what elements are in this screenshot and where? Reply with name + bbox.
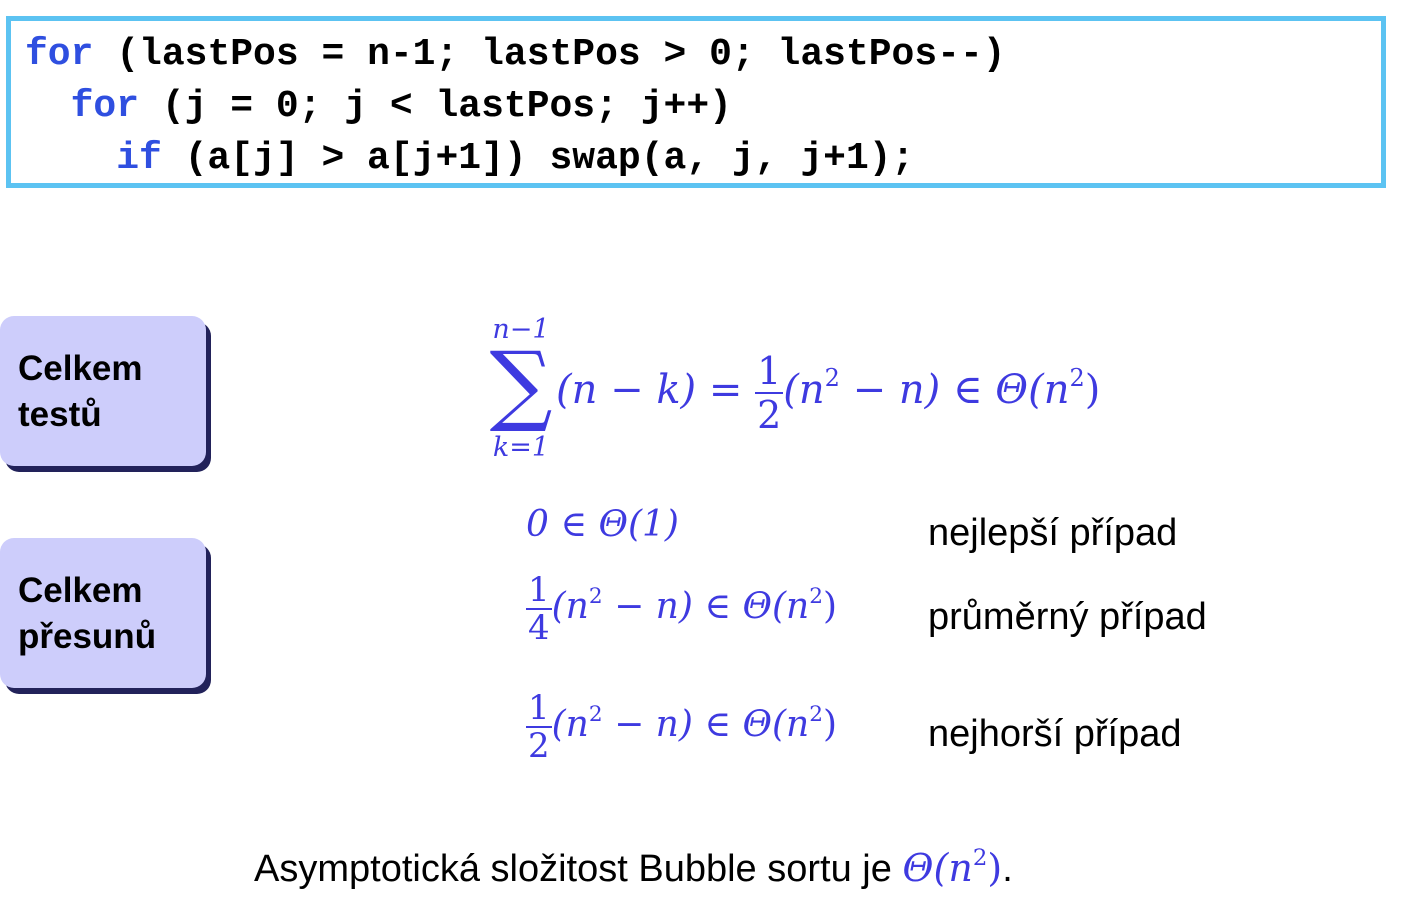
- formula-part: − n) ∈ Θ(n: [602, 704, 810, 745]
- average-case-label: průměrný případ: [928, 596, 1207, 638]
- keyword: if: [116, 137, 162, 180]
- fraction: 12: [526, 690, 552, 764]
- fraction-denominator: 2: [757, 393, 782, 437]
- label-line: Celkem: [18, 571, 143, 610]
- fraction-numerator: 1: [526, 570, 552, 610]
- exponent: 2: [809, 583, 823, 609]
- label-line: Celkem: [18, 349, 143, 388]
- math-part: ): [987, 846, 1003, 890]
- label-total-moves: Celkem přesunů: [0, 538, 206, 688]
- label-total-tests: Celkem testů: [0, 316, 206, 466]
- sum-after: (n: [783, 367, 825, 413]
- conclusion-sentence: Asymptotická složitost Bubble sortu je Θ…: [254, 846, 1013, 891]
- keyword: for: [70, 85, 140, 128]
- fraction-numerator: 1: [755, 349, 784, 394]
- sum-after: − n) ∈ Θ(n: [839, 367, 1070, 413]
- average-case-formula: 1 4 (n2 − n) ∈ Θ(n2): [526, 572, 837, 646]
- label-line: přesunů: [18, 617, 157, 656]
- worst-case-label: nejhorší případ: [928, 713, 1182, 755]
- exponent: 2: [809, 701, 823, 727]
- code-text: (j = 0; j < lastPos; j++): [139, 85, 732, 128]
- formula-part: (n: [551, 586, 589, 627]
- sum-lower-limit: k=1: [492, 432, 550, 463]
- conclusion-text: Asymptotická složitost Bubble sortu je: [254, 848, 903, 890]
- code-line-2: for (j = 0; j < lastPos; j++): [25, 83, 732, 131]
- code-text: (a[j] > a[j+1]) swap(a, j, j+1);: [161, 137, 915, 180]
- sigma-block: n−1 ∑ k=1: [486, 314, 556, 464]
- exponent: 2: [588, 583, 603, 609]
- exponent: 2: [588, 701, 603, 727]
- fraction: 14: [526, 572, 552, 646]
- code-line-3: if (a[j] > a[j+1]) swap(a, j, j+1);: [25, 135, 914, 183]
- best-case-formula: 0 ∈ Θ(1): [526, 504, 679, 545]
- sigma-symbol: ∑: [489, 332, 553, 435]
- conclusion-end: .: [1002, 848, 1013, 890]
- fraction-denominator: 2: [528, 726, 550, 766]
- formula-part: (n: [551, 704, 589, 745]
- sum-term: (n − k) =: [556, 367, 743, 413]
- conclusion-math: Θ(n2): [902, 846, 1002, 890]
- exponent: 2: [1069, 364, 1085, 393]
- exponent: 2: [824, 364, 840, 393]
- sum-after: ): [1084, 367, 1101, 413]
- code-box: for (lastPos = n-1; lastPos > 0; lastPos…: [6, 16, 1386, 188]
- fraction-numerator: 1: [526, 688, 552, 728]
- worst-case-formula: 1 2 (n2 − n) ∈ Θ(n2): [526, 690, 837, 764]
- keyword: for: [25, 33, 94, 76]
- sum-expression: (n − k) = 1 2 (n2 − n) ∈ Θ(n2): [556, 340, 1100, 440]
- fraction: 12: [755, 349, 784, 437]
- label-line: testů: [18, 395, 102, 434]
- formula-part: ): [822, 586, 837, 627]
- exponent: 2: [972, 845, 988, 872]
- math-part: Θ(n: [902, 846, 973, 890]
- formula-part: ): [822, 704, 837, 745]
- formula-part: − n) ∈ Θ(n: [602, 586, 810, 627]
- best-case-label: nejlepší případ: [928, 512, 1178, 554]
- fraction-denominator: 4: [528, 608, 550, 648]
- code-text: (lastPos = n-1; lastPos > 0; lastPos--): [93, 33, 1006, 76]
- formula: 0 ∈ Θ(1): [526, 504, 679, 545]
- code-line-1: for (lastPos = n-1; lastPos > 0; lastPos…: [25, 31, 1006, 79]
